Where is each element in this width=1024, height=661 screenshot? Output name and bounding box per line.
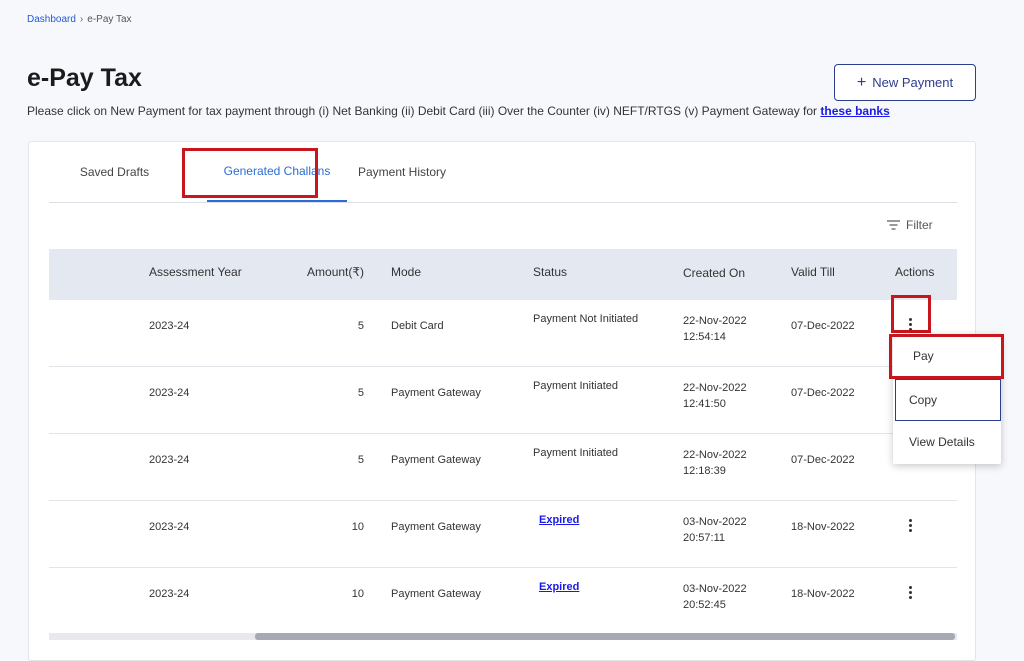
these-banks-link[interactable]: these banks xyxy=(820,104,889,118)
header-assessment-year: Assessment Year xyxy=(149,265,242,279)
breadcrumb: Dashboard › e-Pay Tax xyxy=(27,14,132,25)
cell-assessment-year: 2023-24 xyxy=(149,521,190,533)
cell-valid-till: 18-Nov-2022 xyxy=(791,521,855,533)
cell-assessment-year: 2023-24 xyxy=(149,454,190,466)
breadcrumb-dashboard-link[interactable]: Dashboard xyxy=(27,14,76,25)
header-mode: Mode xyxy=(391,265,422,279)
header-created-on: Created On xyxy=(683,266,746,280)
cell-created-on: 22-Nov-2022 12:41:50 xyxy=(683,380,747,412)
cell-status: Payment Initiated xyxy=(533,447,618,459)
table-row: 2023-24 10 Payment Gateway Expired 03-No… xyxy=(49,568,957,635)
menu-item-view-details[interactable]: View Details xyxy=(893,422,1001,462)
actions-dropdown-menu: Pay Copy View Details xyxy=(893,334,1001,464)
cell-created-on: 22-Nov-2022 12:18:39 xyxy=(683,447,747,479)
created-time: 20:57:11 xyxy=(683,532,726,544)
more-options-icon[interactable] xyxy=(902,515,918,535)
header-status: Status xyxy=(533,265,568,279)
cell-created-on: 03-Nov-2022 20:57:11 xyxy=(683,514,747,546)
cell-mode: Payment Gateway xyxy=(391,588,481,600)
table-row: 2023-24 5 Payment Gateway Payment Initia… xyxy=(49,434,957,501)
cell-mode: Payment Gateway xyxy=(391,521,481,533)
filter-icon xyxy=(887,220,900,230)
page-instructions: Please click on New Payment for tax paym… xyxy=(27,104,890,118)
challans-table: Assessment Year Amount(₹) Mode Status Cr… xyxy=(49,249,957,635)
instructions-text: Please click on New Payment for tax paym… xyxy=(27,104,818,118)
new-payment-button[interactable]: + New Payment xyxy=(834,64,976,101)
cell-status: Payment Not Initiated xyxy=(533,313,639,325)
header-valid-till: Valid Till xyxy=(791,265,835,279)
table-row: 2023-24 5 Debit Card Payment Not Initiat… xyxy=(49,300,957,367)
table-header: Assessment Year Amount(₹) Mode Status Cr… xyxy=(49,249,957,300)
filter-button[interactable]: Filter xyxy=(887,218,933,232)
cell-mode: Debit Card xyxy=(391,320,444,332)
breadcrumb-separator: › xyxy=(79,14,84,25)
cell-valid-till: 07-Dec-2022 xyxy=(791,387,855,399)
menu-item-copy[interactable]: Copy xyxy=(895,379,1001,421)
page-title: e-Pay Tax xyxy=(27,64,142,92)
created-time: 12:54:14 xyxy=(683,331,726,343)
created-date: 03-Nov-2022 xyxy=(683,516,747,528)
cell-amount: 10 xyxy=(351,521,364,533)
cell-amount: 5 xyxy=(357,454,364,466)
challans-card: Saved Drafts Generated Challans Payment … xyxy=(28,141,976,661)
tab-bar: Saved Drafts Generated Challans Payment … xyxy=(49,142,957,203)
more-options-icon[interactable] xyxy=(902,582,918,602)
cell-assessment-year: 2023-24 xyxy=(149,588,190,600)
menu-item-pay[interactable]: Pay xyxy=(893,336,1001,376)
more-options-icon[interactable] xyxy=(902,314,918,334)
created-time: 20:52:45 xyxy=(683,599,726,611)
scrollbar-thumb[interactable] xyxy=(255,633,955,640)
created-date: 22-Nov-2022 xyxy=(683,315,747,327)
created-date: 22-Nov-2022 xyxy=(683,449,747,461)
created-date: 03-Nov-2022 xyxy=(683,583,747,595)
created-time: 12:41:50 xyxy=(683,398,726,410)
created-time: 12:18:39 xyxy=(683,465,726,477)
cell-mode: Payment Gateway xyxy=(391,454,481,466)
cell-assessment-year: 2023-24 xyxy=(149,387,190,399)
cell-amount: 5 xyxy=(357,320,364,332)
cell-created-on: 03-Nov-2022 20:52:45 xyxy=(683,581,747,613)
table-row: 2023-24 5 Payment Gateway Payment Initia… xyxy=(49,367,957,434)
filter-label: Filter xyxy=(906,218,933,232)
created-date: 22-Nov-2022 xyxy=(683,382,747,394)
cell-valid-till: 07-Dec-2022 xyxy=(791,320,855,332)
cell-status: Payment Initiated xyxy=(533,380,618,392)
cell-valid-till: 18-Nov-2022 xyxy=(791,588,855,600)
tab-generated-challans[interactable]: Generated Challans xyxy=(207,142,347,202)
cell-assessment-year: 2023-24 xyxy=(149,320,190,332)
cell-status-expired-link[interactable]: Expired xyxy=(539,581,579,593)
tab-payment-history[interactable]: Payment History xyxy=(347,142,457,202)
breadcrumb-current: e-Pay Tax xyxy=(87,14,132,25)
header-actions: Actions xyxy=(895,265,935,279)
cell-mode: Payment Gateway xyxy=(391,387,481,399)
cell-amount: 5 xyxy=(357,387,364,399)
expired-link[interactable]: Expired xyxy=(539,514,579,526)
cell-valid-till: 07-Dec-2022 xyxy=(791,454,855,466)
horizontal-scrollbar[interactable] xyxy=(49,633,957,640)
plus-icon: + xyxy=(856,73,867,91)
table-row: 2023-24 10 Payment Gateway Expired 03-No… xyxy=(49,501,957,568)
new-payment-label: New Payment xyxy=(872,75,954,90)
cell-created-on: 22-Nov-2022 12:54:14 xyxy=(683,313,747,345)
cell-amount: 10 xyxy=(351,588,364,600)
header-amount: Amount(₹) xyxy=(307,265,364,279)
tab-saved-drafts[interactable]: Saved Drafts xyxy=(62,142,167,202)
cell-status-expired-link[interactable]: Expired xyxy=(539,514,579,526)
expired-link[interactable]: Expired xyxy=(539,581,579,593)
